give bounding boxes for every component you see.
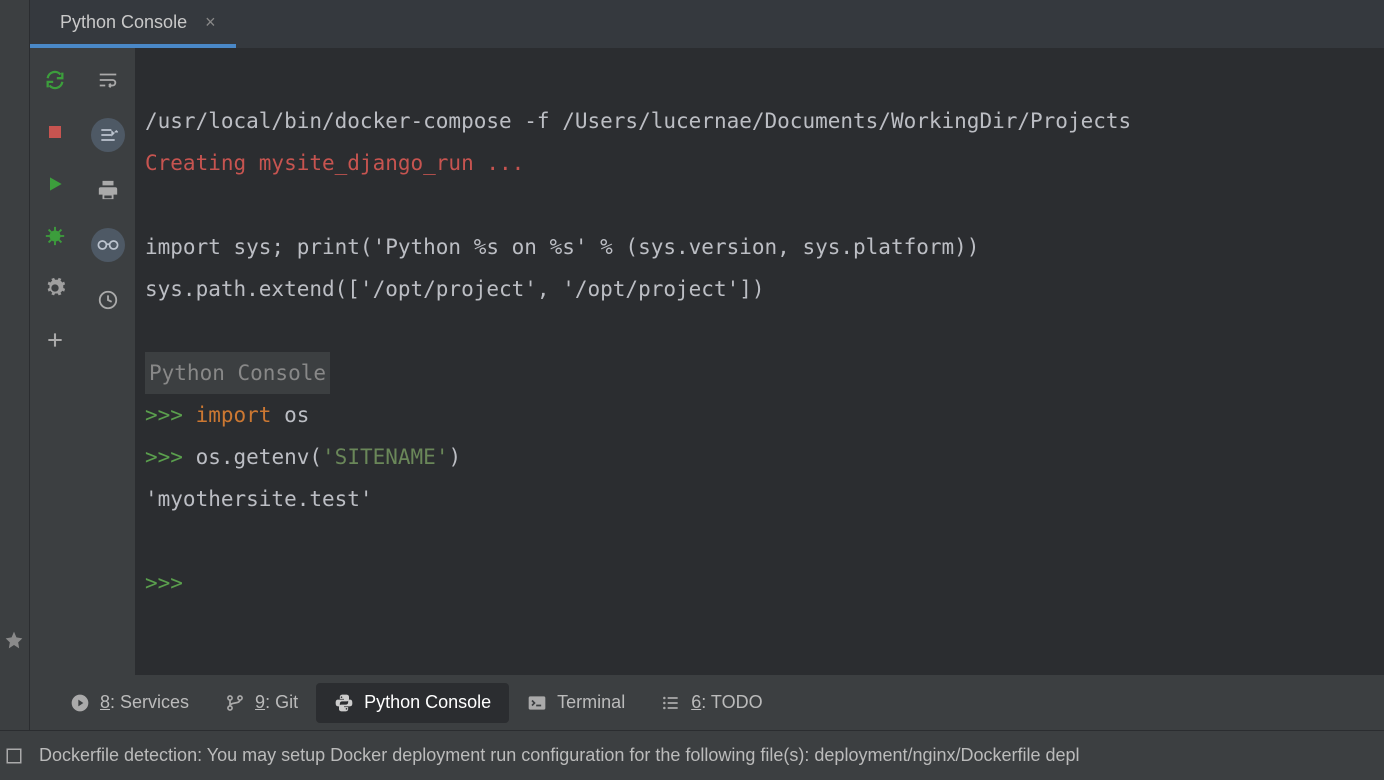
repl-prompt: >>> — [145, 445, 183, 469]
tab-label: Terminal — [557, 692, 625, 713]
tab-label: : TODO — [701, 692, 762, 712]
soft-wrap-button[interactable] — [94, 66, 122, 94]
favorites-tool-window-button[interactable]: 2: Favorites — [0, 552, 3, 630]
console-line: /usr/local/bin/docker-compose -f /Users/… — [145, 109, 1131, 133]
play-in-circle-icon — [70, 693, 90, 713]
print-button[interactable] — [94, 176, 122, 204]
tab-python-console[interactable]: Python Console — [316, 683, 509, 723]
list-icon — [661, 693, 681, 713]
settings-button[interactable] — [41, 274, 69, 302]
git-branch-icon — [225, 693, 245, 713]
console-tab[interactable]: Python Console × — [30, 0, 236, 48]
tab-key: 9 — [255, 692, 265, 712]
checkbox-icon[interactable] — [5, 747, 23, 765]
python-icon — [334, 693, 354, 713]
python-console-label: Python Console — [145, 352, 330, 394]
console-line: import sys; print('Python %s on %s' % (s… — [145, 235, 979, 259]
repl-prompt: >>> — [145, 403, 183, 427]
stop-button[interactable] — [41, 118, 69, 146]
debug-button[interactable] — [41, 222, 69, 250]
run-button[interactable] — [41, 170, 69, 198]
repl-string: 'SITENAME' — [322, 445, 448, 469]
tab-services[interactable]: 8: Services — [52, 683, 207, 723]
repl-result: 'myothersite.test' — [145, 487, 373, 511]
add-button[interactable] — [41, 326, 69, 354]
console-toolbar-left — [30, 48, 80, 675]
status-message: Dockerfile detection: You may setup Dock… — [39, 745, 1080, 766]
tab-label: : Git — [265, 692, 298, 712]
tab-key: 8 — [100, 692, 110, 712]
repl-ident: os.getenv( — [196, 445, 322, 469]
repl-keyword: import — [196, 403, 272, 427]
show-variables-button[interactable] — [91, 228, 125, 262]
tab-terminal[interactable]: Terminal — [509, 683, 643, 723]
close-icon[interactable]: × — [205, 12, 216, 33]
console-tab-title: Python Console — [60, 12, 187, 33]
left-gutter: 2: Favorites — [0, 0, 30, 780]
scroll-to-end-button[interactable] — [91, 118, 125, 152]
tab-git[interactable]: 9: Git — [207, 683, 316, 723]
tab-key: 6 — [691, 692, 701, 712]
console-header: Python Console × — [30, 0, 1384, 48]
history-button[interactable] — [94, 286, 122, 314]
repl-close: ) — [448, 445, 461, 469]
bottom-tool-tabs: 8: Services 9: Git Python Console Termin… — [30, 675, 1384, 730]
star-icon — [4, 630, 24, 650]
status-bar: Dockerfile detection: You may setup Dock… — [0, 730, 1384, 780]
console-toolbar-right — [80, 48, 135, 675]
tab-todo[interactable]: 6: TODO — [643, 683, 780, 723]
tab-label: : Services — [110, 692, 189, 712]
repl-prompt[interactable]: >>> — [145, 571, 183, 595]
tab-label: Python Console — [364, 692, 491, 713]
terminal-icon — [527, 693, 547, 713]
rerun-button[interactable] — [41, 66, 69, 94]
repl-ident: os — [271, 403, 309, 427]
console-line-error: Creating mysite_django_run ... — [145, 151, 524, 175]
console-line: sys.path.extend(['/opt/project', '/opt/p… — [145, 277, 765, 301]
console-output[interactable]: /usr/local/bin/docker-compose -f /Users/… — [135, 48, 1384, 675]
